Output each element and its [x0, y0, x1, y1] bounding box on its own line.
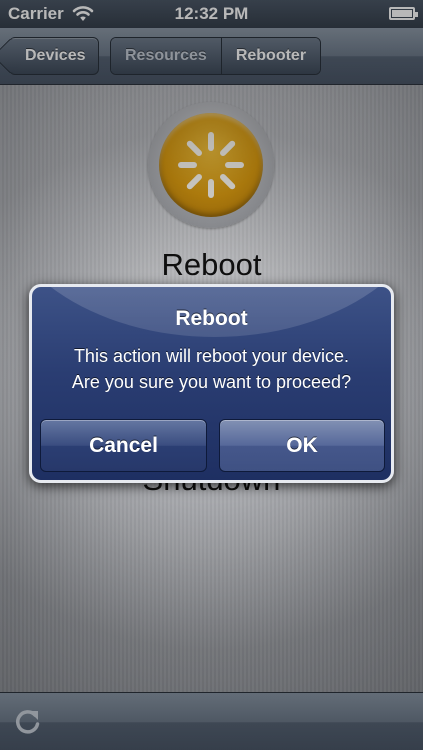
back-button-label: Devices	[25, 47, 86, 64]
reboot-label: Reboot	[161, 247, 262, 282]
alert-message-line-2: Are you sure you want to proceed?	[71, 372, 352, 392]
navigation-bar: Devices Resources Rebooter	[0, 28, 423, 85]
battery-icon	[389, 7, 418, 20]
segment-rebooter[interactable]: Rebooter	[220, 38, 321, 74]
segment-resources[interactable]: Resources	[111, 38, 221, 74]
segmented-control: Resources Rebooter	[110, 37, 322, 75]
alert-title: Reboot	[175, 307, 248, 330]
bottom-toolbar	[0, 692, 423, 750]
status-bar: Carrier 12:32 PM	[0, 0, 423, 28]
status-time: 12:32 PM	[174, 4, 249, 23]
ok-button[interactable]: OK	[219, 419, 385, 472]
refresh-icon[interactable]	[14, 707, 42, 735]
cancel-button[interactable]: Cancel	[40, 419, 207, 472]
alert-message-line-1: This action will reboot your device.	[73, 346, 350, 366]
back-button-devices[interactable]: Devices	[0, 37, 99, 75]
app-screen: Carrier 12:32 PM Devices Resources Reboo…	[0, 0, 423, 750]
alert-message: This action will reboot your device. Are…	[32, 343, 391, 395]
reboot-alert-dialog: Reboot This action will reboot your devi…	[29, 284, 394, 483]
spinner-icon	[159, 113, 263, 217]
reboot-action-button[interactable]	[148, 102, 274, 228]
